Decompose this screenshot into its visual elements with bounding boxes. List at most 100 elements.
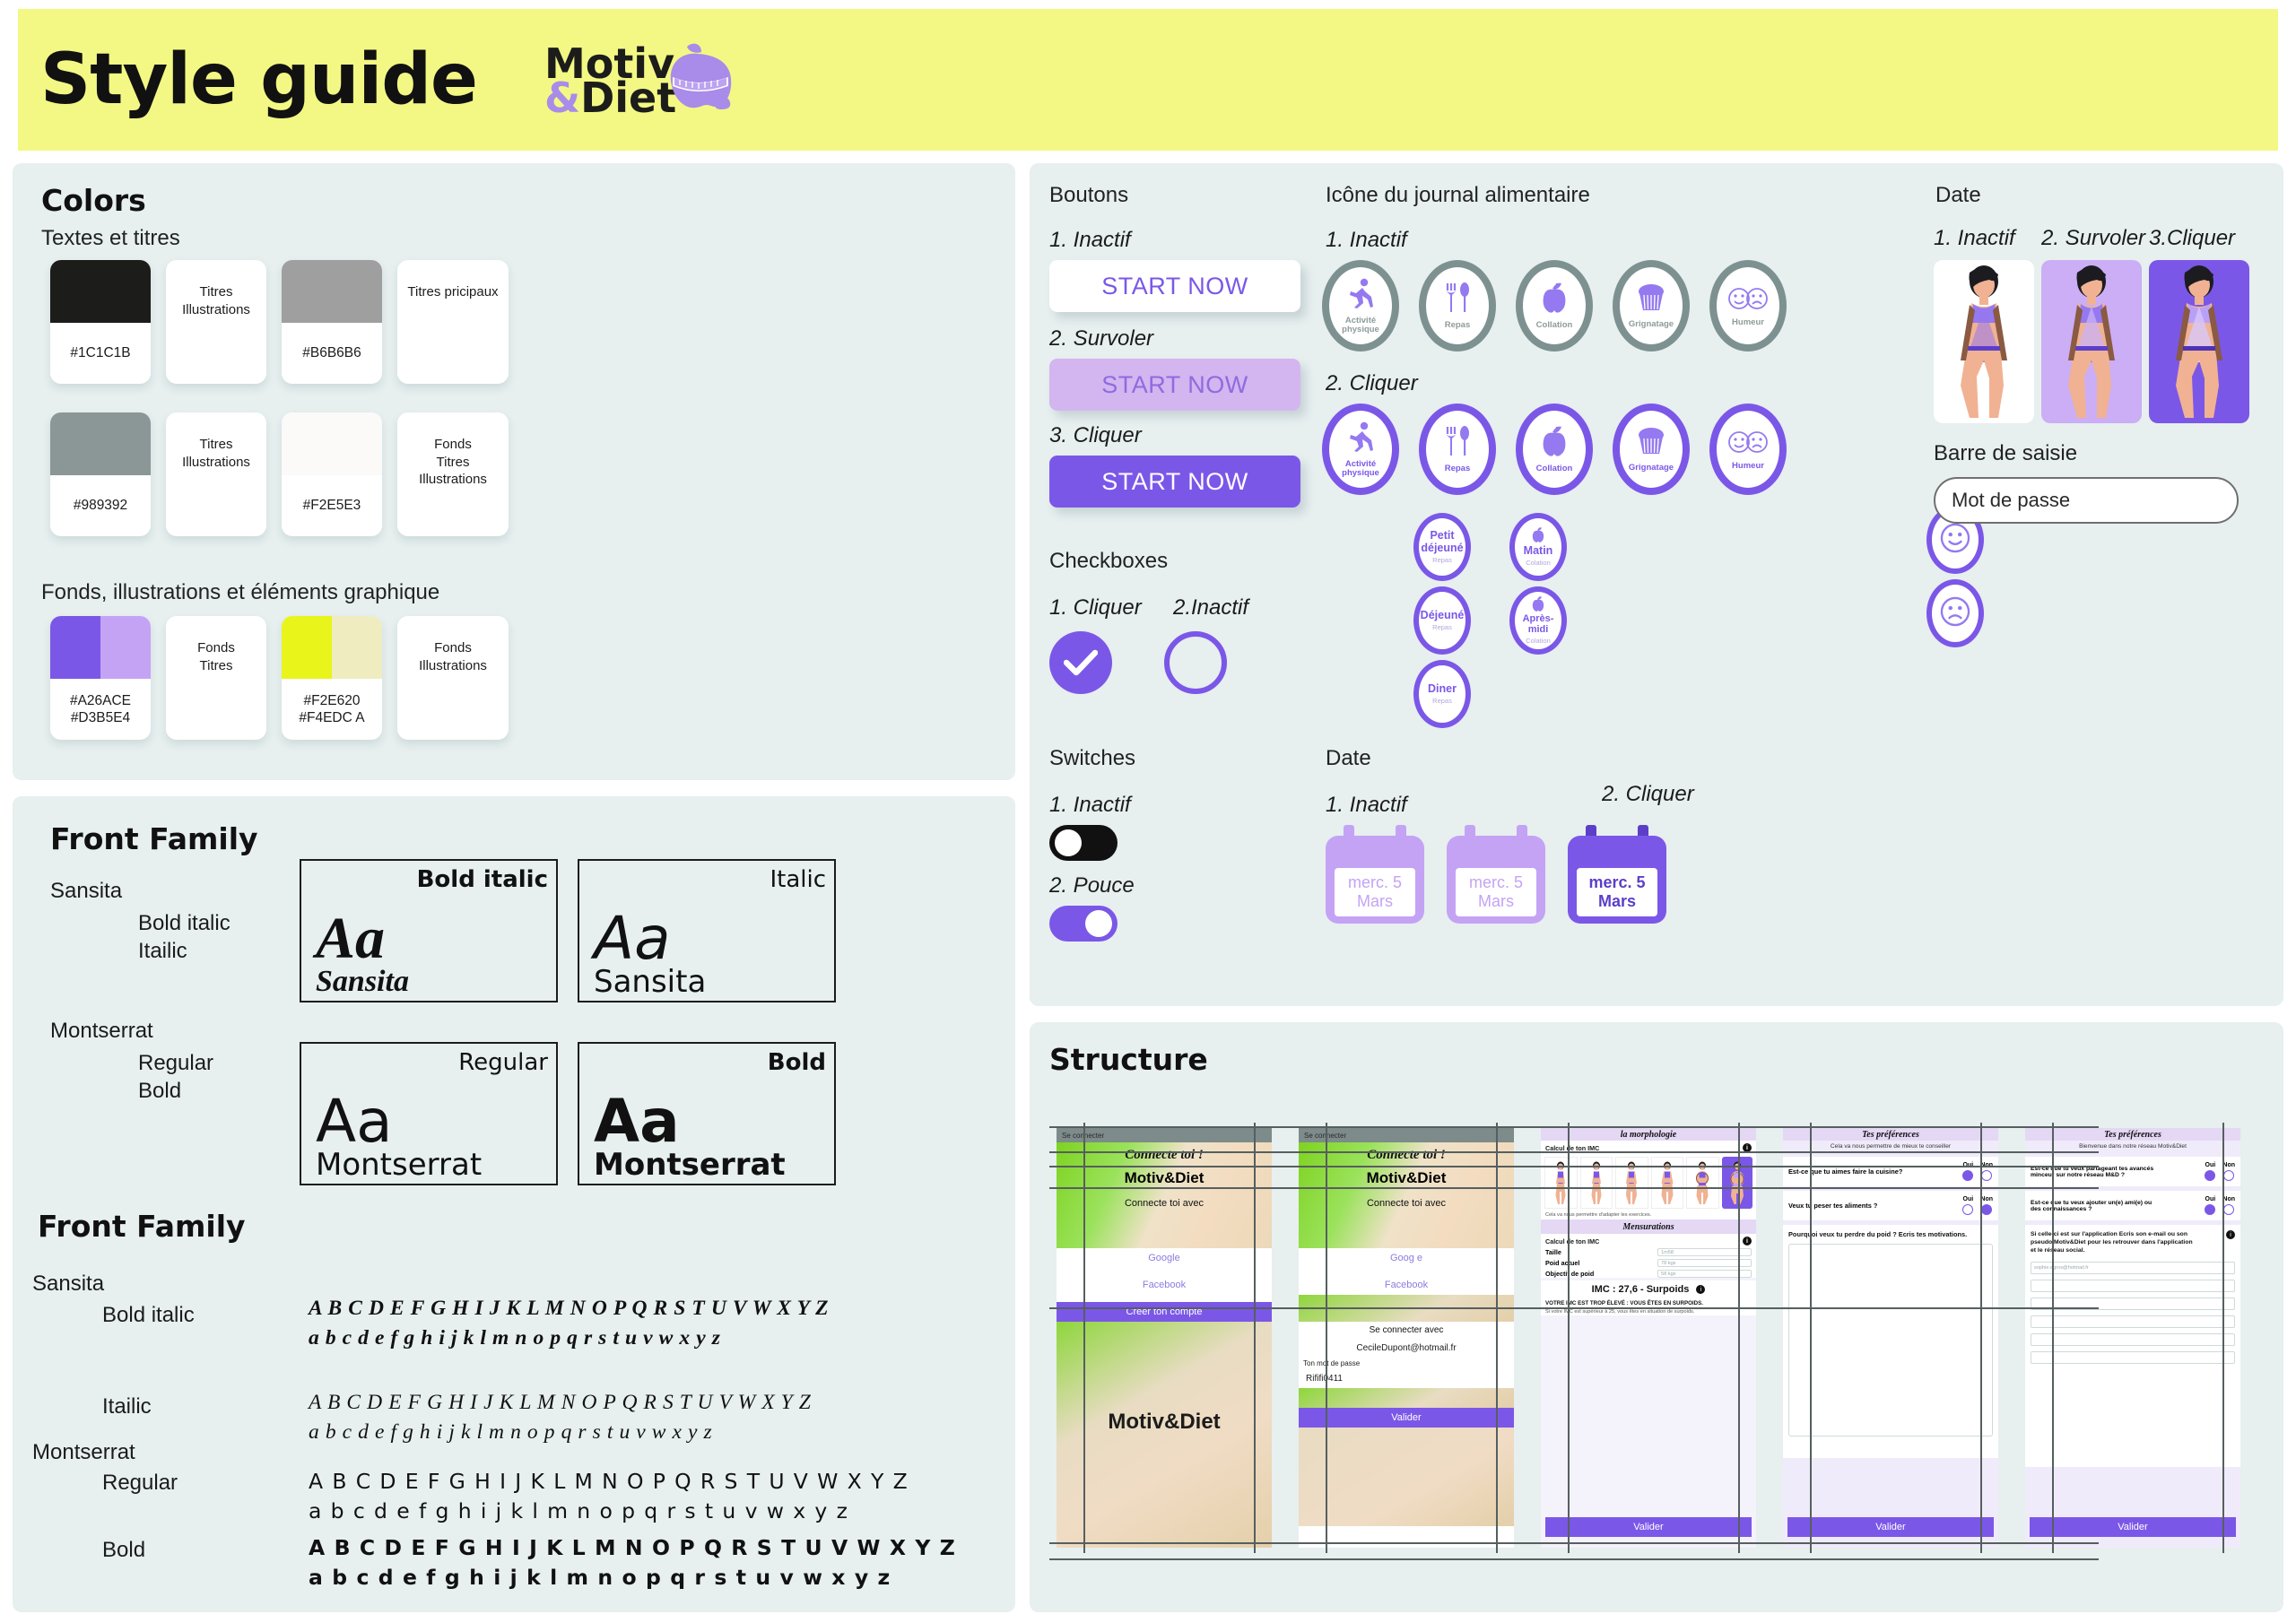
friend-email-input[interactable]: sophie.egros@hotmail.fr xyxy=(2031,1261,2235,1274)
social-login-google[interactable]: Goog e xyxy=(1299,1248,1514,1268)
measurement-input[interactable]: 1m58 xyxy=(1657,1248,1752,1256)
calendar-active[interactable]: merc. 5 Mars xyxy=(1568,825,1666,924)
social-login-google[interactable]: Google xyxy=(1057,1248,1272,1268)
structure-screen-preferences-1[interactable]: Tes préférences Cela va nous permettre d… xyxy=(1783,1128,1998,1548)
structure-screen-morphologie[interactable]: la morphologie Calcul de ton IMC i Cela … xyxy=(1541,1128,1756,1548)
button-state-label: 1. Inactif xyxy=(1049,228,1131,252)
info-icon[interactable]: i xyxy=(1696,1285,1706,1294)
checkbox-checked[interactable] xyxy=(1049,631,1112,694)
body-figure-active[interactable] xyxy=(2149,260,2249,423)
friend-email-input[interactable] xyxy=(2031,1315,2235,1328)
journal-icon-grignatage-active[interactable]: Grignatage xyxy=(1613,404,1690,495)
password-field[interactable]: Rififi0411 xyxy=(1299,1368,1514,1388)
specimen-tag: Italic xyxy=(770,866,826,893)
subicon-sub: Repas xyxy=(1432,555,1452,564)
journal-icon-activite-physique[interactable]: Activité physique xyxy=(1322,260,1399,352)
info-icon[interactable]: i xyxy=(1743,1237,1752,1245)
radio-yes-selected[interactable] xyxy=(1962,1170,1974,1181)
journal-subicon-sad[interactable] xyxy=(1926,579,1984,647)
journal-icon-repas[interactable]: Repas xyxy=(1419,260,1496,352)
color-swatch[interactable]: #F2E620 #F4EDC A xyxy=(282,616,382,740)
structure-panel: Structure Se connecter Connecte toi ! Mo… xyxy=(1030,1022,2283,1612)
radio-yes-selected[interactable] xyxy=(2205,1204,2216,1215)
morphology-option[interactable] xyxy=(1544,1157,1578,1209)
subicon-sub: Repas xyxy=(1432,623,1452,632)
radio-yes-selected[interactable] xyxy=(2205,1170,2216,1181)
radio-yes[interactable] xyxy=(1962,1204,1974,1215)
structure-screen-preferences-2[interactable]: Tes préférences Bienvenue dans notre rés… xyxy=(2025,1128,2240,1548)
check-icon xyxy=(1064,649,1098,676)
start-now-button-hover[interactable]: START NOW xyxy=(1049,359,1300,411)
validate-button[interactable]: Valider xyxy=(1545,1517,1752,1537)
create-account-button[interactable]: Créer ton compte xyxy=(1057,1302,1272,1322)
color-swatch[interactable]: #989392 xyxy=(50,412,151,536)
morphology-option[interactable] xyxy=(1579,1157,1613,1209)
structure-screen-signup[interactable]: Se connecter Connecte toi ! Motiv&Diet C… xyxy=(1057,1128,1272,1548)
specimen-tag: Bold italic xyxy=(416,866,548,893)
journal-subicon-apres-midi[interactable]: Après-midi Colation xyxy=(1509,586,1567,655)
calendar-inactive-1[interactable]: merc. 5 Mars xyxy=(1326,825,1424,924)
journal-icon-grignatage[interactable]: Grignatage xyxy=(1613,260,1690,352)
color-swatch[interactable]: #F2E5E3 xyxy=(282,412,382,536)
journal-icon-humeur[interactable]: Humeur xyxy=(1709,260,1787,352)
journal-icon-humeur-active[interactable]: Humeur xyxy=(1709,404,1787,495)
radio-no[interactable] xyxy=(2223,1204,2235,1215)
screen-subtitle: Connecte toi avec xyxy=(1366,1198,1447,1209)
validate-button[interactable]: Valider xyxy=(1787,1517,1994,1537)
checkbox-unchecked[interactable] xyxy=(1164,631,1227,694)
morphology-option[interactable] xyxy=(1615,1157,1648,1209)
friend-email-input[interactable] xyxy=(2031,1297,2235,1310)
calendar-sheet: merc. 5 Mars xyxy=(1456,868,1536,916)
body-figure-inactive[interactable] xyxy=(1934,260,2034,423)
subicon-title: Petit déjeuné xyxy=(1421,529,1464,554)
journal-subicon-diner[interactable]: Diner Repas xyxy=(1413,660,1471,728)
morphology-option-selected[interactable] xyxy=(1721,1157,1752,1209)
color-swatch[interactable]: #1C1C1B xyxy=(50,260,151,384)
alphabet-upper: A B C D E F G H I J K L M N O P Q R S T … xyxy=(309,1391,812,1414)
measurement-row: Taille 1m58 xyxy=(1545,1248,1752,1256)
measurement-input[interactable]: 78 kgs xyxy=(1657,1259,1752,1267)
color-swatch[interactable]: #B6B6B6 xyxy=(282,260,382,384)
start-now-button-active[interactable]: START NOW xyxy=(1049,456,1300,508)
calendar-day: merc. 5 xyxy=(1347,872,1402,891)
body-figure-hover[interactable] xyxy=(2041,260,2142,423)
password-input[interactable]: Mot de passe xyxy=(1934,477,2239,524)
question-text: Est-ce que tu aimes faire la cuisine? xyxy=(1788,1167,1903,1176)
color-note-card: Fonds Titres Illustrations xyxy=(397,412,509,536)
screen-topbar: Se connecter xyxy=(1299,1128,1514,1142)
friend-email-input[interactable] xyxy=(2031,1350,2235,1364)
friend-email-input[interactable] xyxy=(2031,1279,2235,1292)
measurement-input[interactable]: 58 kgs xyxy=(1657,1270,1752,1278)
journal-icon-collation-active[interactable]: Collation xyxy=(1516,404,1593,495)
journal-icon-repas-active[interactable]: Repas xyxy=(1419,404,1496,495)
validate-button[interactable]: Valider xyxy=(2030,1517,2236,1537)
cupcake-icon xyxy=(1636,283,1666,317)
date-figure-state-label: 1. Inactif xyxy=(1934,226,2015,250)
radio-no[interactable] xyxy=(2223,1170,2235,1181)
journal-subicon-petit-dejeune[interactable]: Petit déjeuné Repas xyxy=(1413,513,1471,581)
morphology-option[interactable] xyxy=(1650,1157,1683,1209)
morphology-option[interactable] xyxy=(1686,1157,1719,1209)
info-icon[interactable]: i xyxy=(2226,1230,2235,1239)
structure-screen-login[interactable]: Se connecter Connecte toi ! Motiv&Diet C… xyxy=(1299,1128,1514,1548)
color-swatch-label: #A26ACE #D3B5E4 xyxy=(69,692,132,725)
journal-icon-collation[interactable]: Collation xyxy=(1516,260,1593,352)
journal-subicon-dejeune[interactable]: Déjeuné Repas xyxy=(1413,586,1471,655)
radio-no[interactable] xyxy=(1981,1170,1993,1181)
info-icon[interactable]: i xyxy=(1743,1143,1752,1152)
email-field[interactable]: CecileDupont@hotmail.fr xyxy=(1299,1338,1514,1358)
journal-subicon-matin[interactable]: Matin Colation xyxy=(1509,513,1567,581)
radio-no-selected[interactable] xyxy=(1981,1204,1993,1215)
calendar-inactive-2[interactable]: merc. 5 Mars xyxy=(1447,825,1545,924)
start-now-button-inactive[interactable]: START NOW xyxy=(1049,260,1300,312)
motivation-textarea[interactable] xyxy=(1788,1243,1993,1436)
validate-button[interactable]: Valider xyxy=(1299,1408,1514,1428)
switch-on[interactable] xyxy=(1049,906,1118,942)
color-swatch[interactable]: #A26ACE #D3B5E4 xyxy=(50,616,151,740)
switch-off[interactable] xyxy=(1049,825,1118,861)
social-login-facebook[interactable]: Facebook xyxy=(1057,1275,1272,1295)
journal-icon-activite-physique-active[interactable]: Activité physique xyxy=(1322,404,1399,495)
screen-header: Tes préférences xyxy=(1783,1128,1998,1141)
friend-email-input[interactable] xyxy=(2031,1332,2235,1346)
social-login-facebook[interactable]: Facebook xyxy=(1299,1275,1514,1295)
